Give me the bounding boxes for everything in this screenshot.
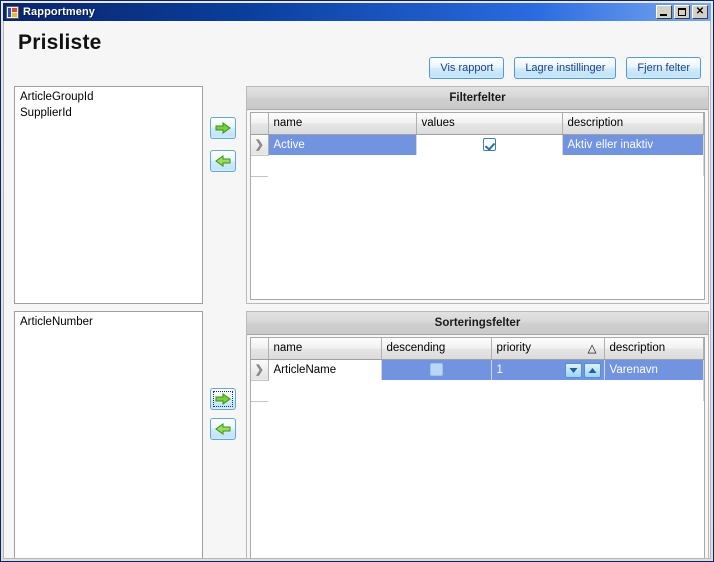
available-filter-fields-list[interactable]: ArticleGroupId SupplierId — [14, 86, 203, 304]
title-bar[interactable]: Rapportmeny ✕ — [3, 3, 711, 21]
arrow-left-green-icon — [211, 422, 235, 436]
column-header-values[interactable]: values — [416, 113, 563, 135]
table-header-row: name descending priority △ description — [251, 338, 704, 360]
window-title: Rapportmeny — [23, 6, 95, 18]
filter-fields-grid[interactable]: name values description ❯ Active Aktiv e… — [250, 112, 705, 300]
column-header-descending[interactable]: descending — [381, 338, 492, 360]
table-row[interactable]: ❯ Active Aktiv eller inaktiv — [251, 134, 704, 156]
table-empty-filler — [251, 155, 704, 177]
maximize-button[interactable] — [674, 5, 690, 19]
column-header-name[interactable]: name — [268, 113, 417, 135]
arrow-left-green-icon — [211, 154, 235, 168]
filter-value-checkbox[interactable] — [482, 138, 496, 152]
show-report-button[interactable]: Vis rapport — [429, 57, 505, 79]
row-header-corner — [251, 338, 269, 360]
cell-sort-descending[interactable] — [381, 359, 492, 380]
cell-filter-name[interactable]: Active — [268, 134, 417, 155]
available-sort-fields-list[interactable]: ArticleNumber — [14, 311, 203, 558]
sort-ascending-icon: △ — [587, 343, 597, 356]
list-item[interactable]: SupplierId — [15, 105, 202, 121]
save-settings-button[interactable]: Lagre instillinger — [514, 57, 617, 79]
sort-fields-grid[interactable]: name descending priority △ description ❯… — [250, 337, 705, 558]
empty-cell — [268, 155, 416, 176]
cell-sort-description[interactable]: Varenavn — [604, 359, 704, 380]
arrow-right-green-icon — [211, 121, 235, 135]
add-filter-field-button[interactable] — [210, 117, 236, 139]
empty-cell — [491, 380, 604, 401]
column-header-priority[interactable]: priority △ — [491, 338, 605, 360]
row-selector-cell[interactable]: ❯ — [251, 134, 269, 156]
cell-sort-name[interactable]: ArticleName — [268, 359, 382, 380]
empty-cell — [562, 155, 704, 176]
column-header-description[interactable]: description — [562, 113, 704, 135]
priority-increase-button[interactable] — [583, 362, 601, 378]
remove-sort-field-button[interactable] — [210, 418, 236, 440]
add-sort-field-button[interactable] — [210, 388, 236, 410]
table-header-row: name values description — [251, 113, 704, 135]
list-item[interactable]: ArticleNumber — [15, 314, 202, 330]
page-title: Prisliste — [18, 31, 102, 54]
list-item[interactable]: ArticleGroupId — [15, 89, 202, 105]
table-row[interactable]: ❯ ArticleName 1 Varenavn — [251, 359, 704, 381]
current-row-indicator-icon: ❯ — [254, 138, 264, 151]
remove-filter-field-button[interactable] — [210, 150, 236, 172]
empty-cell — [268, 380, 381, 401]
arrow-right-green-icon — [211, 392, 235, 406]
cell-sort-priority[interactable]: 1 — [491, 359, 605, 380]
toolbar: Vis rapport Lagre instillinger Fjern fel… — [429, 57, 701, 79]
sort-fields-panel: Sorteringsfelter name descending priorit… — [246, 311, 709, 558]
empty-row-header — [251, 380, 268, 402]
table-empty-filler — [251, 380, 704, 402]
client-area: Prisliste Vis rapport Lagre instillinger… — [3, 21, 711, 559]
minimize-button[interactable] — [656, 5, 672, 19]
window-controls: ✕ — [656, 5, 710, 19]
priority-value: 1 — [496, 363, 503, 376]
priority-decrease-button[interactable] — [564, 362, 582, 378]
filter-panel-caption: Filterfelter — [247, 87, 708, 110]
clear-fields-button[interactable]: Fjern felter — [626, 57, 701, 79]
column-header-priority-label: priority — [496, 342, 532, 355]
column-header-description[interactable]: description — [604, 338, 704, 360]
descending-checkbox[interactable] — [429, 363, 443, 377]
empty-cell — [381, 380, 491, 401]
column-header-name[interactable]: name — [268, 338, 382, 360]
empty-cell — [604, 380, 704, 401]
cell-filter-description[interactable]: Aktiv eller inaktiv — [562, 134, 704, 155]
sort-panel-caption: Sorteringsfelter — [247, 312, 708, 335]
row-selector-cell[interactable]: ❯ — [251, 359, 269, 381]
filter-fields-panel: Filterfelter name values description ❯ A… — [246, 86, 709, 304]
report-window-icon — [6, 5, 19, 19]
cell-filter-value[interactable] — [416, 134, 563, 155]
current-row-indicator-icon: ❯ — [254, 363, 264, 376]
empty-cell — [416, 155, 562, 176]
application-window: Rapportmeny ✕ Prisliste Vis rapport Lagr… — [0, 0, 714, 562]
close-button[interactable]: ✕ — [692, 5, 708, 19]
empty-row-header — [251, 155, 268, 177]
row-header-corner — [251, 113, 269, 135]
window-frame: Rapportmeny ✕ Prisliste Vis rapport Lagr… — [0, 0, 714, 562]
